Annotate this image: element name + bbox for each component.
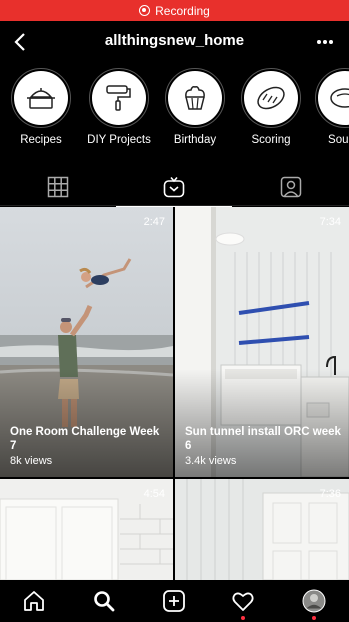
highlight-cover xyxy=(92,71,146,125)
highlight-ring xyxy=(89,68,149,128)
highlight-ring xyxy=(315,68,349,128)
video-views: 3.4k views xyxy=(185,455,237,467)
cupcake-icon xyxy=(185,86,205,110)
nav-create[interactable] xyxy=(161,588,187,614)
video-tile[interactable]: 7:34 Sun tunnel install ORC week 6 3.4k … xyxy=(175,207,349,477)
highlight-recipes[interactable]: Recipes xyxy=(6,68,76,146)
story-highlights: Recipes DIY Projects Birthday Scoring So… xyxy=(0,68,349,158)
video-title: Sun tunnel install ORC week 6 xyxy=(185,426,341,452)
nav-home[interactable] xyxy=(21,588,47,614)
profile-tabs xyxy=(0,168,349,207)
profile-header: allthingsnew_home xyxy=(0,21,349,63)
bottom-navigation xyxy=(0,580,349,622)
highlight-ring xyxy=(11,68,71,128)
highlight-ring xyxy=(165,68,225,128)
video-views: 8k views xyxy=(10,455,53,467)
tab-grid[interactable] xyxy=(0,168,116,206)
avatar xyxy=(302,589,326,613)
video-caption: Sun tunnel install ORC week 6 3.4k views xyxy=(185,425,341,467)
highlight-birthday[interactable]: Birthday xyxy=(160,68,230,146)
video-caption: One Room Challenge Week 7 8k views xyxy=(10,425,165,467)
highlight-scoring[interactable]: Scoring xyxy=(236,68,306,146)
video-duration: 4:54 xyxy=(143,488,165,500)
highlight-label: DIY Projects xyxy=(87,134,151,146)
video-duration: 2:47 xyxy=(143,216,165,228)
pot-icon xyxy=(27,88,55,109)
highlight-sourdough[interactable]: Sour d xyxy=(310,68,349,146)
paint-roller-icon xyxy=(106,85,131,111)
bread-icon xyxy=(257,86,285,110)
igtv-icon xyxy=(163,176,185,198)
more-options-button[interactable] xyxy=(315,33,335,51)
nav-profile[interactable] xyxy=(301,588,327,620)
nav-activity[interactable] xyxy=(230,588,256,620)
tagged-icon xyxy=(280,176,302,198)
highlight-label: Scoring xyxy=(251,134,291,146)
highlight-diy-projects[interactable]: DIY Projects xyxy=(84,68,154,146)
back-button[interactable] xyxy=(8,30,32,54)
plus-square-icon xyxy=(163,590,185,612)
nav-search[interactable] xyxy=(91,588,117,614)
highlight-cover xyxy=(244,71,298,125)
tab-igtv[interactable] xyxy=(116,168,232,207)
notification-dot xyxy=(241,616,245,620)
video-title: One Room Challenge Week 7 xyxy=(10,426,160,452)
video-duration: 7:34 xyxy=(319,216,341,228)
igtv-grid: 2:47 One Room Challenge Week 7 8k views xyxy=(0,207,349,580)
video-tile[interactable]: 4:54 xyxy=(0,479,173,580)
highlight-label: Recipes xyxy=(20,134,62,146)
highlight-label: Birthday xyxy=(173,134,217,146)
more-icon xyxy=(317,40,333,44)
highlight-cover xyxy=(168,71,222,125)
highlight-cover xyxy=(14,71,68,125)
notification-dot xyxy=(312,616,316,620)
recording-banner[interactable]: Recording xyxy=(0,0,349,21)
highlight-cover xyxy=(318,71,349,125)
home-icon xyxy=(24,591,44,611)
video-tile[interactable]: 2:47 One Room Challenge Week 7 8k views xyxy=(0,207,173,477)
search-icon xyxy=(94,591,115,612)
recording-label: Recording xyxy=(155,3,210,18)
record-icon xyxy=(139,5,151,16)
highlight-label: Sour d xyxy=(328,134,349,146)
tab-tagged[interactable] xyxy=(233,168,349,206)
video-tile[interactable]: 7:36 xyxy=(175,479,349,580)
page-title: allthingsnew_home xyxy=(104,32,245,49)
highlight-ring xyxy=(241,68,301,128)
chevron-left-icon xyxy=(14,33,25,51)
video-duration: 7:36 xyxy=(319,488,341,500)
grid-icon xyxy=(47,176,69,198)
bread-icon xyxy=(330,88,349,108)
heart-icon xyxy=(232,592,254,611)
